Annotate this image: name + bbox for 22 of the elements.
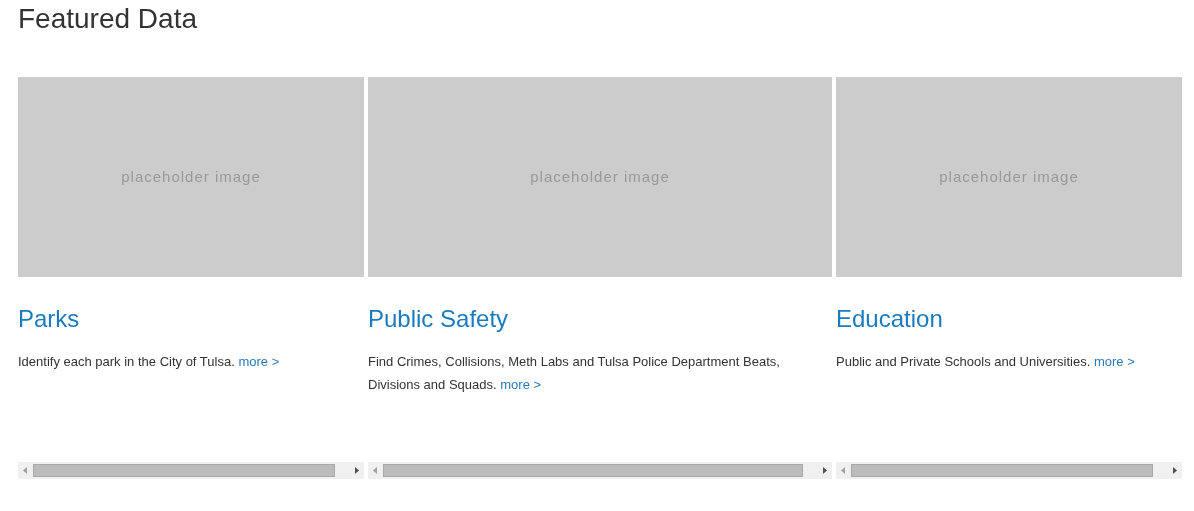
horizontal-scrollbar[interactable] <box>368 462 832 479</box>
card-title[interactable]: Education <box>836 304 1182 334</box>
scrollbar-thumb[interactable] <box>383 464 803 477</box>
horizontal-scrollbar[interactable] <box>18 462 364 479</box>
right-arrow-icon[interactable] <box>1173 467 1177 474</box>
card-title[interactable]: Parks <box>18 304 364 334</box>
card-description: Public and Private Schools and Universities. more > <box>836 353 1136 371</box>
left-arrow-icon[interactable] <box>23 467 27 474</box>
more-link[interactable]: more > <box>500 377 542 392</box>
more-link[interactable]: more > <box>1094 354 1135 369</box>
card-description: Identify each park in the City of Tulsa. more > <box>18 353 281 371</box>
left-arrow-icon[interactable] <box>841 467 845 474</box>
left-arrow-icon[interactable] <box>373 467 377 474</box>
right-arrow-icon[interactable] <box>823 467 827 474</box>
card-title[interactable]: Public Safety <box>368 304 832 334</box>
scrollbar-thumb[interactable] <box>33 464 335 477</box>
horizontal-scrollbar[interactable] <box>836 462 1182 479</box>
more-link[interactable]: more > <box>238 354 280 369</box>
section-heading: Featured Data <box>18 2 198 36</box>
right-arrow-icon[interactable] <box>355 467 359 474</box>
scrollbar-thumb[interactable] <box>851 464 1153 477</box>
card-description: Find Crimes, Collisions, Meth Labs and Tulsa Police Department Beats, Divisions and Squads. more > <box>368 353 781 394</box>
